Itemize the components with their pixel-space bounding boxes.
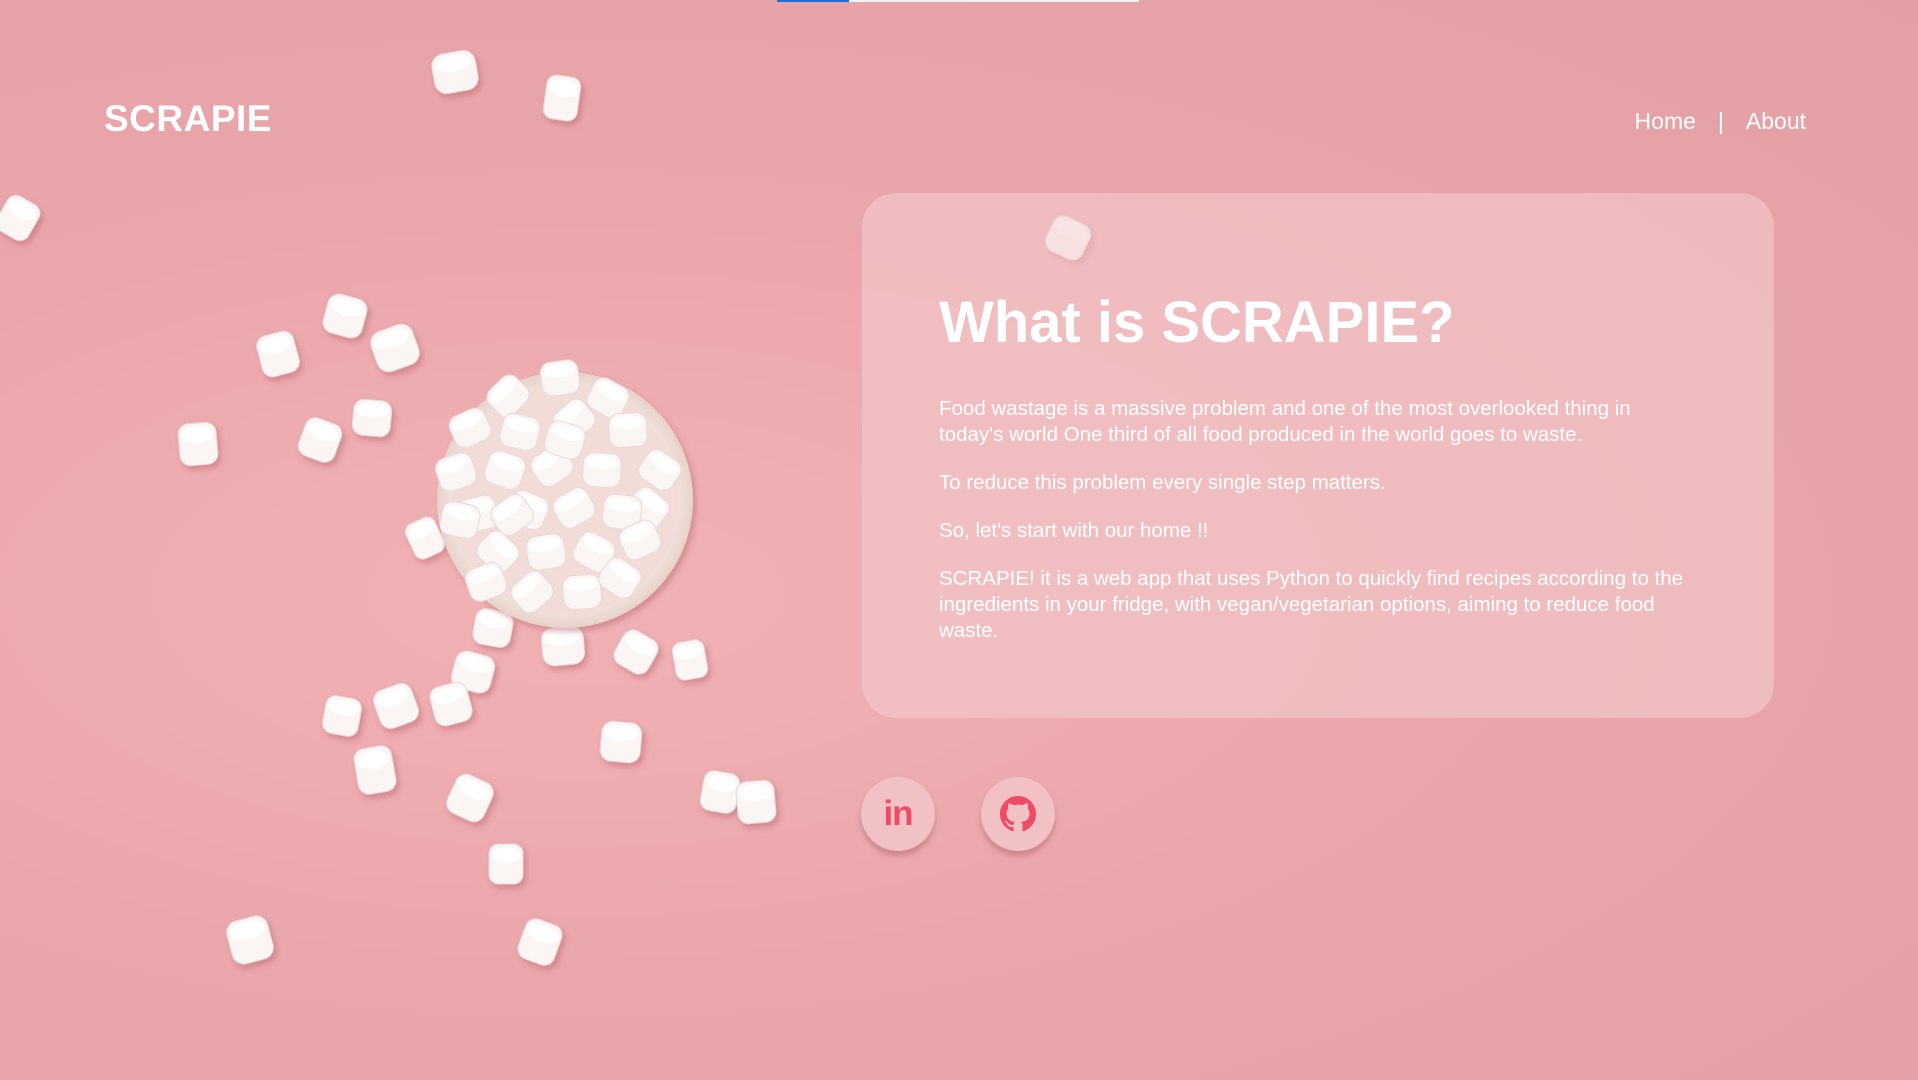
linkedin-button[interactable]: in — [861, 777, 935, 851]
marshmallow — [488, 843, 524, 885]
marshmallow — [542, 74, 582, 122]
marshmallow — [613, 629, 659, 675]
marshmallow — [322, 293, 368, 339]
marshmallow — [562, 573, 602, 611]
card-paragraph-4: SCRAPIE! it is a web app that uses Pytho… — [939, 567, 1684, 642]
marshmallow — [735, 779, 777, 825]
linkedin-icon: in — [883, 794, 913, 833]
nav-home-link[interactable]: Home — [1635, 108, 1696, 135]
marshmallow — [671, 639, 709, 681]
marshmallow — [699, 770, 741, 814]
page-loading-bar-fill — [777, 0, 850, 2]
card-title: What is SCRAPIE? — [939, 290, 1455, 355]
nav-separator: | — [1717, 108, 1724, 134]
marshmallow — [517, 918, 563, 966]
brand-logo[interactable]: SCRAPIE — [104, 98, 272, 140]
marshmallow — [582, 452, 622, 488]
card-paragraph-3: So, let's start with our home !! — [939, 519, 1209, 542]
card-paragraph-2: To reduce this problem every single step… — [939, 471, 1386, 494]
marshmallow — [608, 412, 648, 448]
nav-about-link[interactable]: About — [1746, 108, 1806, 135]
marshmallow — [540, 625, 586, 667]
marshmallow — [322, 695, 362, 737]
card-paragraph-1: Food wastage is a massive problem and on… — [939, 397, 1631, 446]
marshmallow — [446, 773, 494, 823]
about-card: What is SCRAPIE? Food wastage is a massi… — [862, 193, 1774, 718]
marshmallow — [177, 421, 219, 467]
marshmallow — [370, 323, 420, 373]
marshmallow — [297, 417, 343, 463]
github-icon — [1000, 796, 1036, 832]
marshmallow — [373, 683, 419, 729]
top-nav: Home | About — [1635, 108, 1806, 135]
marshmallow — [226, 915, 274, 965]
marshmallow — [539, 359, 581, 397]
marshmallow — [351, 398, 393, 438]
github-button[interactable] — [981, 777, 1055, 851]
marshmallow — [0, 194, 41, 242]
page-loading-bar — [777, 0, 1139, 2]
marshmallow — [353, 745, 397, 795]
marshmallow — [599, 720, 643, 764]
marshmallow — [256, 330, 300, 378]
marshmallow — [431, 49, 479, 95]
marshmallow — [525, 533, 567, 571]
